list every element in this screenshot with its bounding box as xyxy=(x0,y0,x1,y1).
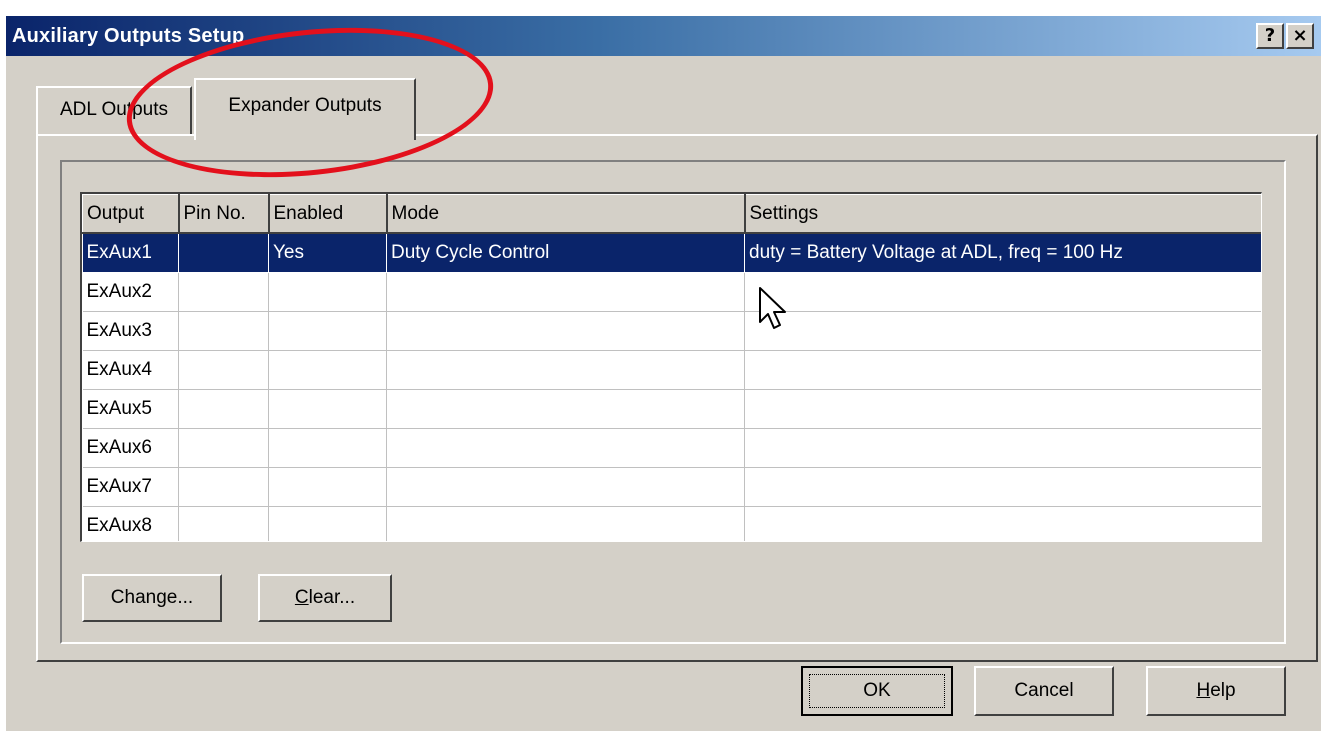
table-row[interactable]: ExAux5 xyxy=(82,389,1261,429)
table-row[interactable]: ExAux3 xyxy=(82,311,1261,351)
clear-label: lear... xyxy=(308,587,356,608)
column-header-settings[interactable]: Settings xyxy=(744,194,1261,234)
ok-button[interactable]: OK xyxy=(801,666,953,716)
cell-settings[interactable] xyxy=(744,350,1261,390)
cell-pin-no[interactable] xyxy=(178,467,269,507)
cell-enabled[interactable] xyxy=(268,428,387,468)
cell-output[interactable]: ExAux4 xyxy=(82,350,179,390)
help-label: elp xyxy=(1210,680,1236,701)
cell-output[interactable]: ExAux1 xyxy=(82,233,179,273)
cell-enabled[interactable] xyxy=(268,272,387,312)
table-row[interactable]: ExAux2 xyxy=(82,272,1261,312)
window-title: Auxiliary Outputs Setup xyxy=(12,25,245,47)
cell-settings[interactable] xyxy=(744,506,1261,541)
cell-pin-no[interactable] xyxy=(178,428,269,468)
change-button[interactable]: Change... xyxy=(82,574,222,622)
cell-settings[interactable] xyxy=(744,389,1261,429)
cell-settings[interactable] xyxy=(744,428,1261,468)
clear-accelerator: C xyxy=(294,587,309,608)
cell-settings[interactable] xyxy=(744,272,1261,312)
table-row[interactable]: ExAux6 xyxy=(82,428,1261,468)
cancel-button[interactable]: Cancel xyxy=(974,666,1114,716)
cell-mode[interactable]: Duty Cycle Control xyxy=(386,233,745,273)
cell-output[interactable]: ExAux2 xyxy=(82,272,179,312)
cell-settings[interactable]: duty = Battery Voltage at ADL, freq = 10… xyxy=(744,233,1261,273)
column-header-mode[interactable]: Mode xyxy=(386,194,746,234)
cell-settings[interactable] xyxy=(744,467,1261,507)
cell-mode[interactable] xyxy=(386,506,745,541)
table-row[interactable]: ExAux8 xyxy=(82,506,1261,541)
cell-mode[interactable] xyxy=(386,311,745,351)
cell-pin-no[interactable] xyxy=(178,311,269,351)
cell-output[interactable]: ExAux5 xyxy=(82,389,179,429)
expander-outputs-panel: Output Pin No. Enabled Mode Settings ExA… xyxy=(36,134,1318,662)
cell-pin-no[interactable] xyxy=(178,350,269,390)
cell-pin-no[interactable] xyxy=(178,272,269,312)
title-bar[interactable]: Auxiliary Outputs Setup ? × xyxy=(6,16,1321,56)
grid-header-row: Output Pin No. Enabled Mode Settings xyxy=(82,194,1261,234)
cell-mode[interactable] xyxy=(386,467,745,507)
table-row[interactable]: ExAux7 xyxy=(82,467,1261,507)
cell-enabled[interactable] xyxy=(268,506,387,541)
help-button[interactable]: Help xyxy=(1146,666,1286,716)
help-context-button[interactable]: ? xyxy=(1256,23,1284,49)
column-header-output[interactable]: Output xyxy=(82,194,180,234)
cell-output[interactable]: ExAux8 xyxy=(82,506,179,541)
cell-enabled[interactable] xyxy=(268,467,387,507)
cell-pin-no[interactable] xyxy=(178,233,269,273)
column-header-enabled[interactable]: Enabled xyxy=(268,194,388,234)
close-button[interactable]: × xyxy=(1286,23,1314,49)
cell-mode[interactable] xyxy=(386,389,745,429)
clear-button[interactable]: Clear... xyxy=(258,574,392,622)
table-row[interactable]: ExAux4 xyxy=(82,350,1261,390)
cell-output[interactable]: ExAux7 xyxy=(82,467,179,507)
help-accelerator: H xyxy=(1196,680,1211,701)
cell-output[interactable]: ExAux3 xyxy=(82,311,179,351)
cell-enabled[interactable] xyxy=(268,389,387,429)
outputs-grid[interactable]: Output Pin No. Enabled Mode Settings ExA… xyxy=(80,192,1262,542)
mouse-pointer-icon xyxy=(759,287,786,329)
cell-mode[interactable] xyxy=(386,350,745,390)
cell-settings[interactable] xyxy=(744,311,1261,351)
cell-mode[interactable] xyxy=(386,272,745,312)
cell-output[interactable]: ExAux6 xyxy=(82,428,179,468)
column-header-pin-no[interactable]: Pin No. xyxy=(178,194,270,234)
cell-enabled[interactable] xyxy=(268,311,387,351)
table-row[interactable]: ExAux1 Yes Duty Cycle Control duty = Bat… xyxy=(82,233,1261,273)
cell-mode[interactable] xyxy=(386,428,745,468)
cell-enabled[interactable]: Yes xyxy=(268,233,387,273)
outputs-group-frame: Output Pin No. Enabled Mode Settings ExA… xyxy=(60,160,1286,644)
cell-pin-no[interactable] xyxy=(178,389,269,429)
cell-pin-no[interactable] xyxy=(178,506,269,541)
cell-enabled[interactable] xyxy=(268,350,387,390)
focus-rectangle xyxy=(809,674,945,708)
